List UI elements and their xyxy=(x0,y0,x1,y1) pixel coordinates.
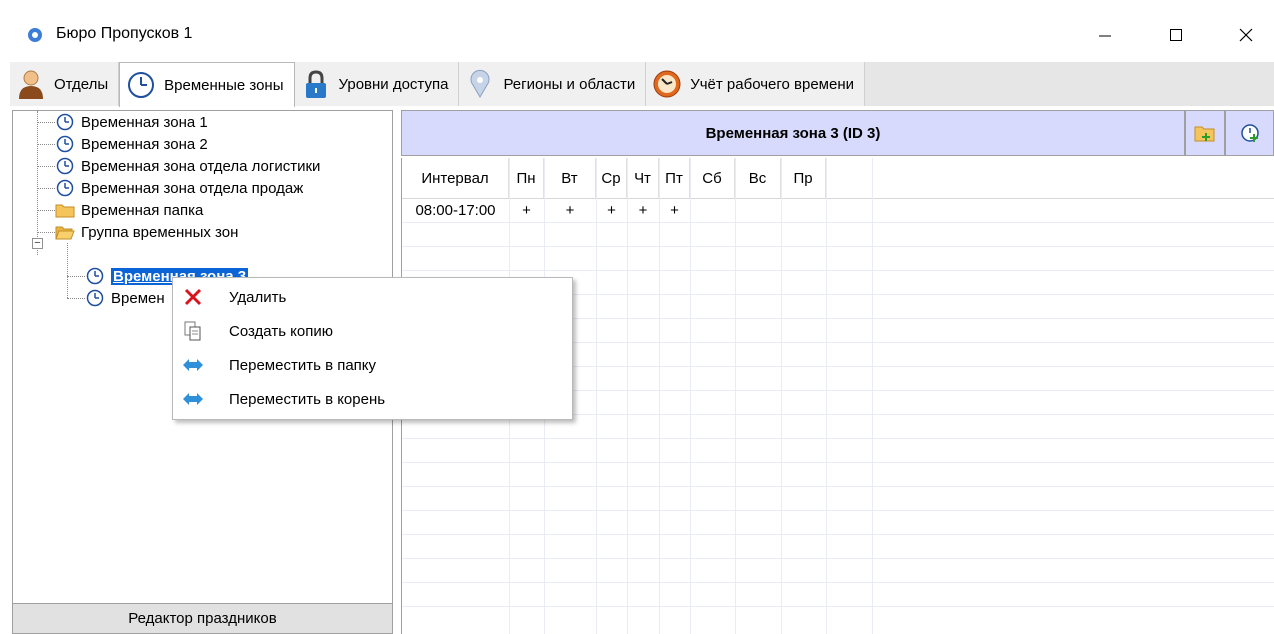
menu-item-delete[interactable]: Удалить xyxy=(173,280,572,314)
tab-label: Регионы и области xyxy=(503,75,636,93)
menu-item-label: Переместить в папку xyxy=(229,356,377,374)
window-title: Бюро Пропусков 1 xyxy=(56,25,193,42)
close-icon xyxy=(1239,28,1253,42)
grid-header-row: Интервал Пн Вт Ср Чт Пт Сб Вс Пр xyxy=(402,158,826,198)
detail-header: Временная зона 3 (ID 3) xyxy=(401,110,1185,156)
pin-icon xyxy=(465,69,495,99)
clock-icon xyxy=(55,112,75,132)
tab-departments[interactable]: Отделы xyxy=(10,62,120,106)
menu-item-copy[interactable]: Создать копию xyxy=(173,314,572,348)
tab-label: Временные зоны xyxy=(164,76,284,94)
day-cell[interactable] xyxy=(735,198,781,222)
clock-icon xyxy=(85,288,105,308)
tree-item[interactable]: Временная зона отдела логистики xyxy=(55,155,320,177)
clock-icon xyxy=(55,156,75,176)
day-cell[interactable] xyxy=(690,198,735,222)
clock-icon xyxy=(55,134,75,154)
tab-access-levels[interactable]: Уровни доступа xyxy=(294,62,460,106)
copy-icon xyxy=(181,319,205,343)
column-header-sat[interactable]: Сб xyxy=(690,158,735,198)
column-header-wed[interactable]: Ср xyxy=(596,158,627,198)
tab-regions[interactable]: Регионы и области xyxy=(459,62,647,106)
tree-item-label: Временная зона отдела продаж xyxy=(81,179,304,197)
menu-item-label: Переместить в корень xyxy=(229,390,386,408)
tree-item[interactable]: Временная зона отдела продаж xyxy=(55,177,303,199)
menu-item-move-to-root[interactable]: Переместить в корень xyxy=(173,382,572,416)
column-header-mon[interactable]: Пн xyxy=(509,158,544,198)
person-icon xyxy=(16,69,46,99)
add-folder-button[interactable] xyxy=(1185,110,1225,156)
move-arrow-icon xyxy=(181,387,205,411)
day-cell[interactable]: + xyxy=(659,198,690,222)
move-arrow-icon xyxy=(181,353,205,377)
tree-item[interactable]: Временная зона 2 xyxy=(55,133,208,155)
day-cell[interactable]: + xyxy=(596,198,627,222)
clock-icon xyxy=(126,70,156,100)
tree-item-label: Временная зона отдела логистики xyxy=(81,157,321,175)
context-menu: Удалить Создать копию Переместить в папк… xyxy=(172,277,573,420)
column-header-thu[interactable]: Чт xyxy=(627,158,659,198)
tree-item-label: Временная зона 1 xyxy=(81,113,208,131)
tab-label: Уровни доступа xyxy=(338,75,449,93)
clock-icon xyxy=(55,178,75,198)
tree-item-label: Временная зона 2 xyxy=(81,135,208,153)
tree-item[interactable]: Временная папка xyxy=(55,199,203,221)
add-time-zone-button[interactable] xyxy=(1225,110,1274,156)
column-header-tue[interactable]: Вт xyxy=(544,158,596,198)
tab-time-tracking[interactable]: Учёт рабочего времени xyxy=(646,62,865,106)
menu-item-label: Удалить xyxy=(229,288,287,306)
add-folder-icon xyxy=(1194,126,1215,142)
tree-item-label: Времен xyxy=(111,289,165,307)
minimize-icon xyxy=(1099,35,1111,37)
tab-label: Учёт рабочего времени xyxy=(690,75,854,93)
tab-bar: Отделы Временные зоны Уровни доступа Рег… xyxy=(10,62,1274,107)
folder-icon xyxy=(55,200,75,220)
stopwatch-icon xyxy=(652,69,682,99)
tree-item-label: Группа временных зон xyxy=(81,223,239,241)
day-cell[interactable]: + xyxy=(627,198,659,222)
column-header-interval[interactable]: Интервал xyxy=(402,158,509,198)
clock-icon xyxy=(85,266,105,286)
column-header-sun[interactable]: Вс xyxy=(735,158,781,198)
day-cell[interactable]: + xyxy=(544,198,596,222)
day-cell[interactable]: + xyxy=(509,198,544,222)
app-icon xyxy=(27,27,43,43)
title-bar: Бюро Пропусков 1 xyxy=(0,0,1274,62)
menu-item-move-to-folder[interactable]: Переместить в папку xyxy=(173,348,572,382)
minimize-button[interactable] xyxy=(1082,17,1128,53)
add-clock-icon xyxy=(1240,124,1259,142)
close-button[interactable] xyxy=(1223,17,1269,53)
tab-label: Отделы xyxy=(54,75,109,93)
folder-open-icon xyxy=(55,222,75,242)
tree-item[interactable]: Времен xyxy=(85,287,165,309)
day-cell[interactable] xyxy=(781,198,826,222)
tree-item[interactable]: Группа временных зон xyxy=(55,221,238,243)
delete-x-icon xyxy=(181,285,205,309)
lock-icon xyxy=(301,69,331,99)
holiday-editor-button[interactable]: Редактор праздников xyxy=(13,603,392,633)
maximize-icon xyxy=(1170,29,1182,41)
interval-cell[interactable]: 08:00-17:00 xyxy=(402,198,509,222)
column-header-holiday[interactable]: Пр xyxy=(781,158,826,198)
column-header-fri[interactable]: Пт xyxy=(659,158,690,198)
collapse-toggle[interactable]: − xyxy=(32,238,43,249)
tab-time-zones[interactable]: Временные зоны xyxy=(119,62,295,107)
menu-item-label: Создать копию xyxy=(229,322,333,340)
maximize-button[interactable] xyxy=(1153,17,1199,53)
tree-item[interactable]: Временная зона 1 xyxy=(55,111,208,133)
tree-item-label: Временная папка xyxy=(81,201,204,219)
